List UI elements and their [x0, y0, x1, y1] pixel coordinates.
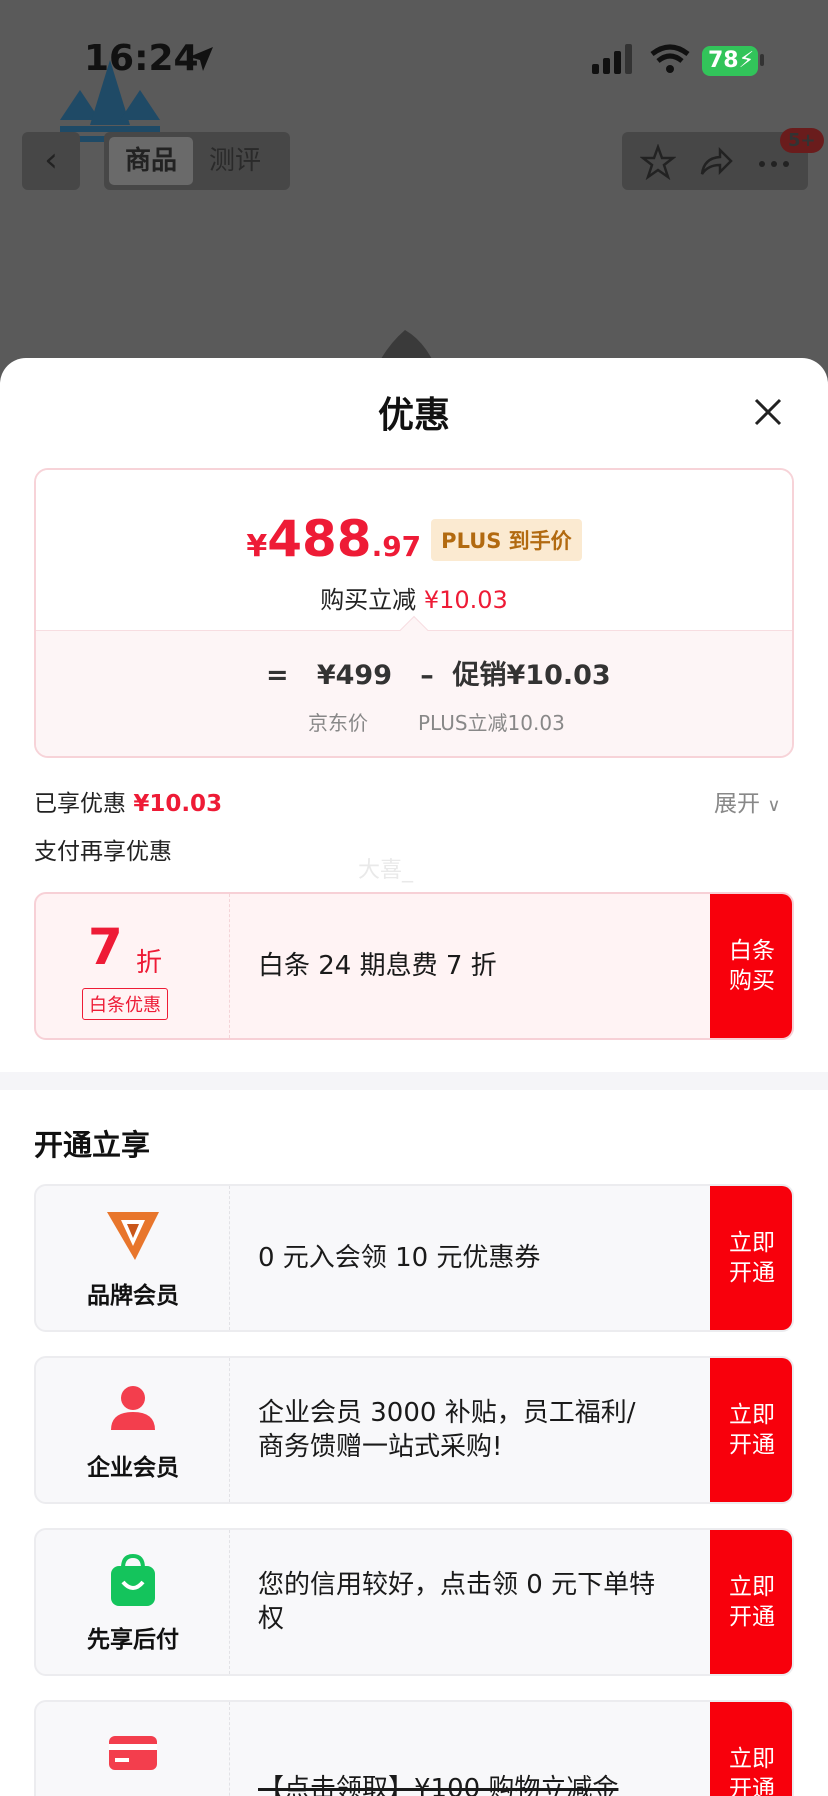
status-time: 16:24 [84, 38, 199, 79]
activate-button[interactable]: 立即 开通 [710, 1358, 792, 1502]
notification-badge: 5+ [780, 128, 824, 153]
offer-text: 【点击领取】¥100 购物立减金 [258, 1702, 658, 1796]
battery-tip [760, 54, 764, 66]
baitiao-discount: 7 折 白条优惠 [36, 894, 230, 1038]
offer-card-brand-member: 品牌会员 0 元入会领 10 元优惠券 立即 开通 [34, 1184, 794, 1332]
status-bar: 16:24 78⚡ [0, 0, 828, 110]
offer-text: 0 元入会领 10 元优惠券 [258, 1243, 541, 1273]
tab-product[interactable]: 商品 [109, 137, 194, 185]
person-icon [111, 1386, 155, 1430]
enjoyed-value: ¥10.03 [133, 791, 223, 817]
offer-label: 先享后付 [87, 1627, 179, 1653]
expand-label: 展开 [714, 791, 760, 817]
jd-price-caption: 京东价 [308, 711, 368, 735]
currency-symbol: ¥ [246, 529, 268, 564]
discount-number: 7 [88, 918, 123, 976]
jd-price: ¥499 [316, 660, 392, 691]
wifi-icon [650, 44, 690, 73]
baitiao-card: 7 折 白条优惠 白条 24 期息费 7 折 白条 购买 [34, 892, 794, 1040]
section-divider [0, 1072, 828, 1090]
activate-button[interactable]: 立即 开通 [710, 1702, 792, 1796]
baitiao-tag: 白条优惠 [82, 988, 168, 1020]
price-integer: 488 [267, 510, 372, 568]
card-icon [109, 1736, 157, 1770]
offer-text: 企业会员 3000 补贴，员工福利/商务馈赠一站式采购! [258, 1398, 636, 1462]
cellular-signal-icon [592, 44, 632, 74]
equals-sign: = [266, 660, 289, 691]
activate-button[interactable]: 立即 开通 [710, 1530, 792, 1674]
pay-more-label: 支付再享优惠 [34, 839, 172, 865]
discount-line: 购买立减 ¥10.03 [36, 580, 792, 615]
share-icon[interactable] [698, 144, 734, 180]
discount-sheet: 优惠 ¥ 488 .97 PLUS 到手价 购买立减 ¥10.03 = ¥499 [0, 358, 828, 1796]
offer-label: 品牌会员 [87, 1283, 179, 1309]
shopping-bag-icon [111, 1553, 155, 1606]
enjoyed-discount: 已享优惠 ¥10.03 [34, 784, 222, 818]
offer-label: 企业会员 [87, 1455, 179, 1481]
offer-text-strikethrough: 【点击领取】¥100 购物立减金 [258, 1774, 619, 1796]
chevron-down-icon: ∨ [767, 795, 781, 816]
location-arrow-icon [189, 47, 213, 71]
promo-amount: 促销¥10.03 [452, 660, 611, 691]
price-card: ¥ 488 .97 PLUS 到手价 购买立减 ¥10.03 = ¥499 – … [34, 468, 794, 758]
star-icon[interactable] [640, 144, 676, 180]
activate-button[interactable]: 立即 开通 [710, 1186, 792, 1330]
offer-text: 您的信用较好，点击领 0 元下单特权 [258, 1570, 656, 1634]
battery-indicator: 78⚡ [702, 46, 758, 76]
brand-v-icon [107, 1212, 159, 1260]
offer-card-pay-later: 先享后付 您的信用较好，点击领 0 元下单特权 立即 开通 [34, 1528, 794, 1676]
price-summary: ¥ 488 .97 PLUS 到手价 购买立减 ¥10.03 [36, 470, 792, 630]
baitiao-text: 白条 24 期息费 7 折 [258, 951, 497, 981]
discount-value: ¥10.03 [423, 586, 508, 614]
sheet-title: 优惠 [377, 395, 450, 436]
header-tabs: 商品 测评 [104, 132, 290, 190]
watermark: 大喜_ [358, 858, 414, 883]
background-page: 16:24 78⚡ ‹ 商品 测评 5+ [0, 0, 828, 420]
offer-left: 先享后付 [36, 1530, 230, 1674]
price-decimal: .97 [371, 530, 422, 563]
battery-level: 78 [708, 48, 739, 73]
offer-card-enterprise-member: 企业会员 企业会员 3000 补贴，员工福利/商务馈赠一站式采购! 立即 开通 [34, 1356, 794, 1504]
chevron-left-icon: ‹ [44, 140, 58, 180]
offer-left [36, 1702, 230, 1796]
expand-button[interactable]: 展开 ∨ [714, 784, 781, 818]
minus-sign: – [420, 660, 434, 691]
baitiao-buy-button[interactable]: 白条 购买 [710, 894, 792, 1038]
offer-left: 企业会员 [36, 1358, 230, 1502]
price-breakdown: = ¥499 – 促销¥10.03 京东价 PLUS立减10.03 [36, 630, 792, 756]
offer-card-coupon: 【点击领取】¥100 购物立减金 立即 开通 [34, 1700, 794, 1796]
discount-unit: 折 [136, 948, 163, 978]
final-price: ¥ 488 .97 PLUS 到手价 [36, 510, 792, 569]
back-button[interactable]: ‹ [22, 132, 80, 190]
tab-review[interactable]: 测评 [193, 137, 277, 185]
offer-left: 品牌会员 [36, 1186, 230, 1330]
discount-label: 购买立减 [320, 586, 417, 614]
enjoyed-label: 已享优惠 [34, 791, 126, 817]
price-formula: = ¥499 – 促销¥10.03 [266, 653, 611, 692]
close-icon[interactable] [750, 394, 786, 430]
promo-caption: PLUS立减10.03 [418, 711, 565, 735]
section-title: 开通立享 [34, 1128, 151, 1162]
plus-price-tag: PLUS 到手价 [431, 519, 582, 561]
